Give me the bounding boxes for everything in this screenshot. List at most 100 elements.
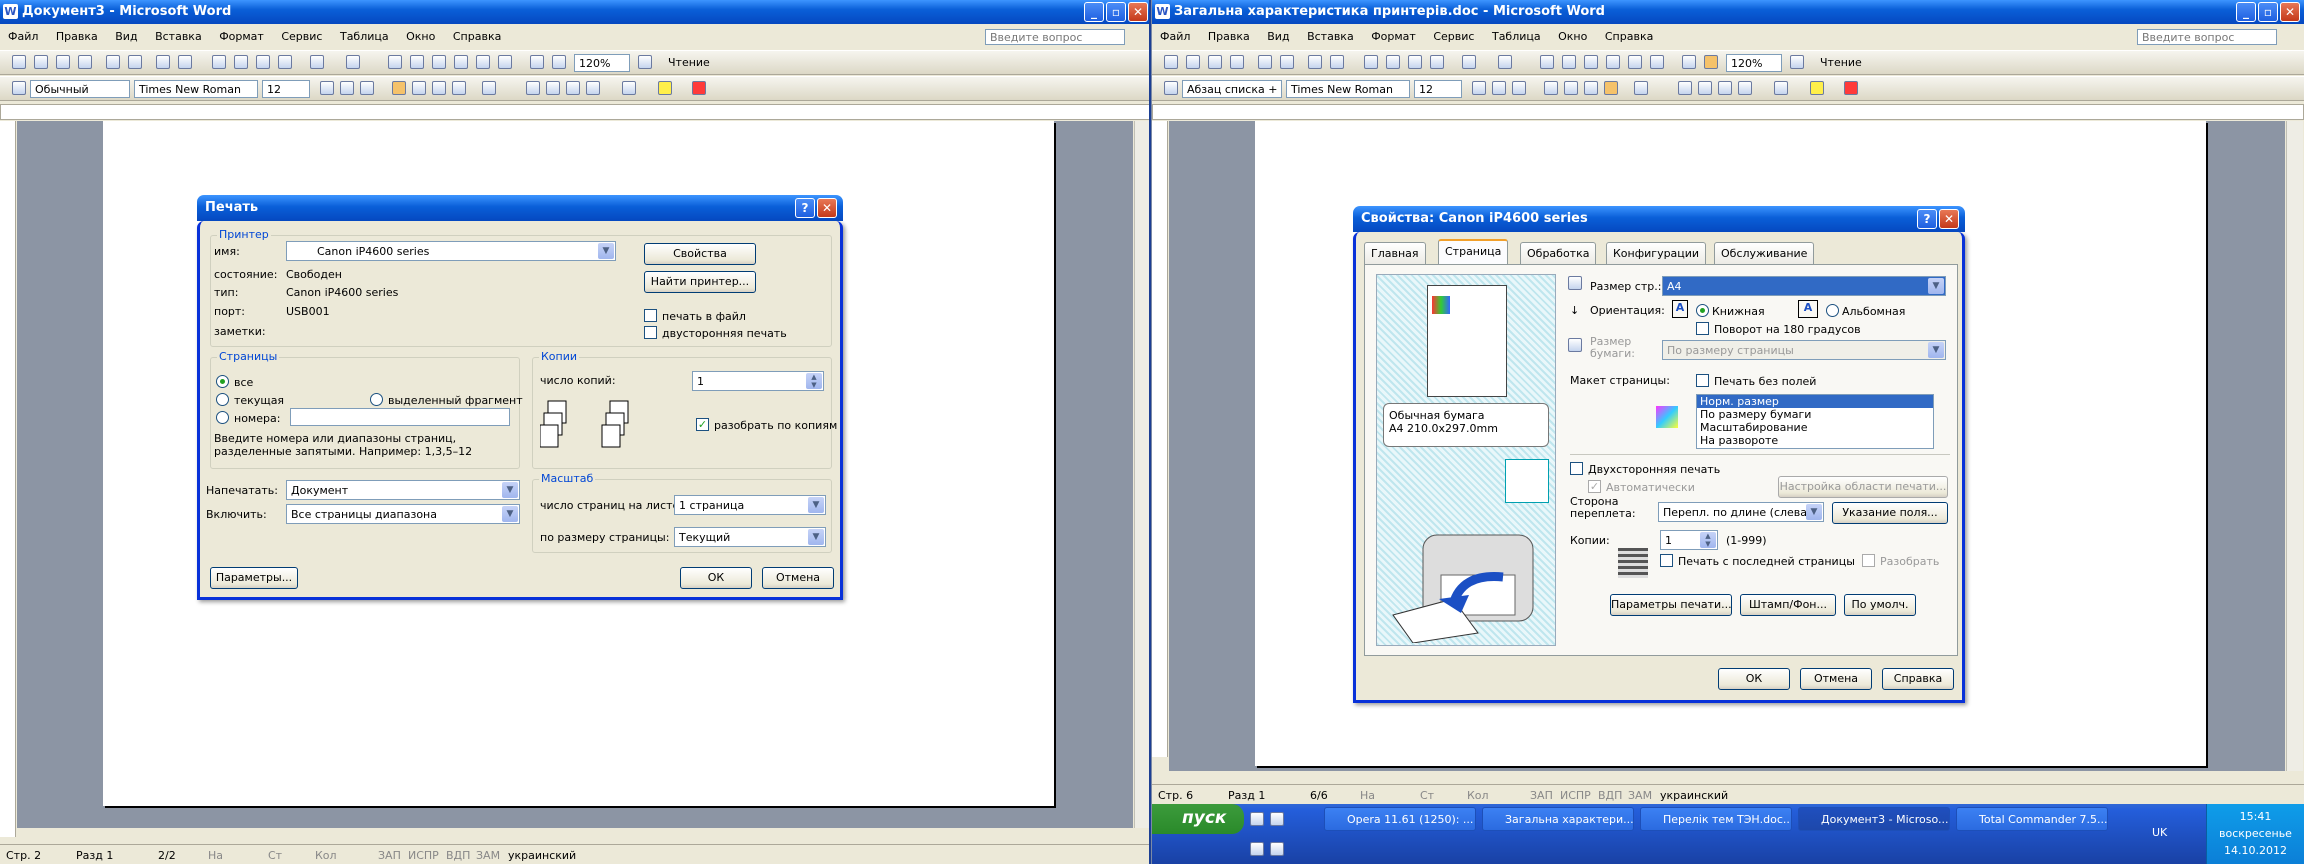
options-button[interactable]: Параметры... [210,567,298,589]
line-spacing-icon[interactable] [1634,81,1648,95]
copies-spinner[interactable]: 1 ▲ ▼ [692,371,824,391]
align-right-icon[interactable] [432,81,446,95]
align-left-icon[interactable] [1544,81,1558,95]
task-total-commander[interactable]: Total Commander 7.5... [1956,807,2108,831]
format-painter-icon[interactable] [278,55,292,69]
insert-table-icon[interactable] [432,55,446,69]
increase-indent-icon[interactable] [586,81,600,95]
minimize-button[interactable]: _ [1084,2,1104,22]
layout-spread-item[interactable]: На развороте [1697,434,1933,447]
redo-icon[interactable] [1498,55,1512,69]
bullets-icon[interactable] [1698,81,1712,95]
italic-icon[interactable] [1492,81,1506,95]
vertical-scrollbar[interactable] [2286,121,2303,771]
decrease-indent-icon[interactable] [566,81,580,95]
task-word-printers[interactable]: Загальна характери... [1482,807,1634,831]
menu-view[interactable]: Вид [115,30,137,43]
styles-icon[interactable] [1164,81,1178,95]
ok-button[interactable]: ОК [1718,668,1790,690]
layout-scaled-item[interactable]: Масштабирование [1697,421,1933,434]
landscape-radio[interactable] [1826,304,1839,317]
columns-icon[interactable] [1628,55,1642,69]
justify-icon[interactable] [452,81,466,95]
find-printer-button[interactable]: Найти принтер... [644,271,756,293]
undo-icon[interactable] [1462,55,1476,69]
redo-icon[interactable] [346,55,360,69]
research-icon[interactable] [178,55,192,69]
ask-question-input[interactable]: Введите вопрос [985,29,1125,45]
save-icon[interactable] [56,55,70,69]
selection-radio[interactable] [370,393,383,406]
underline-icon[interactable] [360,81,374,95]
language-indicator[interactable]: UK [2152,826,2167,839]
highlight-icon[interactable] [658,81,672,95]
open-icon[interactable] [1186,55,1200,69]
font-size-select[interactable]: 12 [1414,80,1462,98]
format-painter-icon[interactable] [1430,55,1444,69]
page-numbers-radio[interactable] [216,411,229,424]
line-spacing-icon[interactable] [482,81,496,95]
cut-icon[interactable] [212,55,226,69]
font-color-icon[interactable] [1844,81,1858,95]
copy-icon[interactable] [234,55,248,69]
ask-question-input[interactable]: Введите вопрос [2137,29,2277,45]
columns-icon[interactable] [476,55,490,69]
current-page-radio[interactable] [216,393,229,406]
print-to-file-checkbox[interactable] [644,309,657,322]
italic-icon[interactable] [340,81,354,95]
print-params-button[interactable]: Параметры печати... [1610,594,1732,616]
border-icon[interactable] [1774,81,1788,95]
decrease-indent-icon[interactable] [1718,81,1732,95]
menu-insert[interactable]: Вставка [155,30,202,43]
help-button[interactable]: Справка [1882,668,1954,690]
all-radio[interactable] [216,375,229,388]
tables-borders-icon[interactable] [1562,55,1576,69]
help-icon[interactable] [1790,55,1804,69]
duplex-checkbox[interactable] [644,326,657,339]
spelling-icon[interactable] [1308,55,1322,69]
print-preview-icon[interactable] [1280,55,1294,69]
tab-maintenance[interactable]: Обслуживание [1714,242,1815,264]
menu-window[interactable]: Окно [406,30,435,43]
vertical-ruler[interactable] [1152,121,1168,757]
menu-edit[interactable]: Правка [1208,30,1250,43]
portrait-radio[interactable] [1696,304,1709,317]
horizontal-ruler[interactable] [0,104,1149,120]
title-bar[interactable]: W Документ3 - Microsoft Word _ ▫ ✕ [0,0,1149,24]
document-map-icon[interactable] [1682,55,1696,69]
document-map-icon[interactable] [530,55,544,69]
paste-icon[interactable] [1408,55,1422,69]
title-bar[interactable]: W Загальна характеристика принтерів.doc … [1152,0,2304,24]
stamp-background-button[interactable]: Штамп/Фон... [1740,594,1836,616]
spin-icon[interactable]: ▲ ▼ [806,373,822,389]
font-size-select[interactable]: 12 [262,80,310,98]
highlight-icon[interactable] [1810,81,1824,95]
align-center-icon[interactable] [1564,81,1578,95]
tables-borders-icon[interactable] [410,55,424,69]
tab-configurations[interactable]: Конфигурации [1606,242,1707,264]
ok-button[interactable]: ОК [680,567,752,589]
cancel-button[interactable]: Отмена [1800,668,1872,690]
task-word-doc3[interactable]: Документ3 - Microso... [1798,807,1950,831]
drawing-icon[interactable] [498,55,512,69]
print-preview-icon[interactable] [128,55,142,69]
layout-fit-paper-item[interactable]: По размеру бумаги [1697,408,1933,421]
task-word-topics[interactable]: Перелік тем ТЭН.doc... [1640,807,1792,831]
copies-spinner[interactable]: 1 ▲ ▼ [1660,530,1718,550]
print-icon[interactable] [1258,55,1272,69]
horizontal-ruler[interactable] [1152,104,2304,120]
defaults-button[interactable]: По умолч. [1844,594,1916,616]
maximize-button[interactable]: ▫ [2258,2,2278,22]
hyperlink-icon[interactable] [1540,55,1554,69]
help-icon[interactable]: ? [795,198,815,218]
menu-window[interactable]: Окно [1558,30,1587,43]
menu-file[interactable]: Файл [8,30,38,43]
read-button[interactable]: Чтение [668,56,710,69]
tab-page[interactable]: Страница [1438,239,1509,264]
open-icon[interactable] [34,55,48,69]
clock-time[interactable]: 15:41 [2207,810,2304,823]
page-size-select[interactable]: A4 ▼ [1662,276,1946,296]
close-icon[interactable]: ✕ [817,198,837,218]
menu-edit[interactable]: Правка [56,30,98,43]
increase-indent-icon[interactable] [1738,81,1752,95]
